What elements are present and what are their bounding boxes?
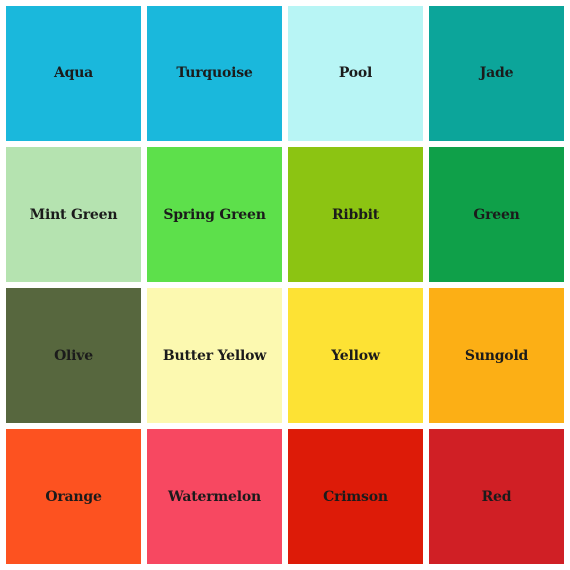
swatch-label: Olive xyxy=(54,347,93,364)
swatch-label: Ribbit xyxy=(331,206,380,223)
swatch-label: Red xyxy=(481,488,512,505)
swatch-spring-green: Spring Green xyxy=(147,147,282,282)
swatch-label: Yellow xyxy=(331,347,380,364)
swatch-label: Jade xyxy=(479,64,514,81)
swatch-olive: Olive xyxy=(6,288,141,423)
swatch-crimson: Crimson xyxy=(288,429,423,564)
swatch-orange: Orange xyxy=(6,429,141,564)
swatch-red: Red xyxy=(429,429,564,564)
swatch-mint-green: Mint Green xyxy=(6,147,141,282)
swatch-jade: Jade xyxy=(429,6,564,141)
swatch-aqua: Aqua xyxy=(6,6,141,141)
swatch-label: Green xyxy=(473,206,520,223)
swatch-label: Watermelon xyxy=(168,488,261,505)
swatch-label: Sungold xyxy=(464,347,529,364)
swatch-label: Pool xyxy=(338,64,373,81)
swatch-label: Crimson xyxy=(323,488,388,505)
swatch-sungold: Sungold xyxy=(429,288,564,423)
swatch-green: Green xyxy=(429,147,564,282)
swatch-label: Spring Green xyxy=(163,206,266,223)
swatch-ribbit: Ribbit xyxy=(288,147,423,282)
color-swatch-grid: Aqua Turquoise Pool Jade Mint Green Spri… xyxy=(0,0,570,570)
swatch-label: Orange xyxy=(45,488,102,505)
swatch-label: Turquoise xyxy=(176,64,253,81)
swatch-yellow: Yellow xyxy=(288,288,423,423)
swatch-label: Mint Green xyxy=(29,206,118,223)
swatch-watermelon: Watermelon xyxy=(147,429,282,564)
swatch-label: Butter Yellow xyxy=(162,347,267,364)
swatch-pool: Pool xyxy=(288,6,423,141)
swatch-label: Aqua xyxy=(53,64,94,81)
swatch-butter-yellow: Butter Yellow xyxy=(147,288,282,423)
swatch-turquoise: Turquoise xyxy=(147,6,282,141)
